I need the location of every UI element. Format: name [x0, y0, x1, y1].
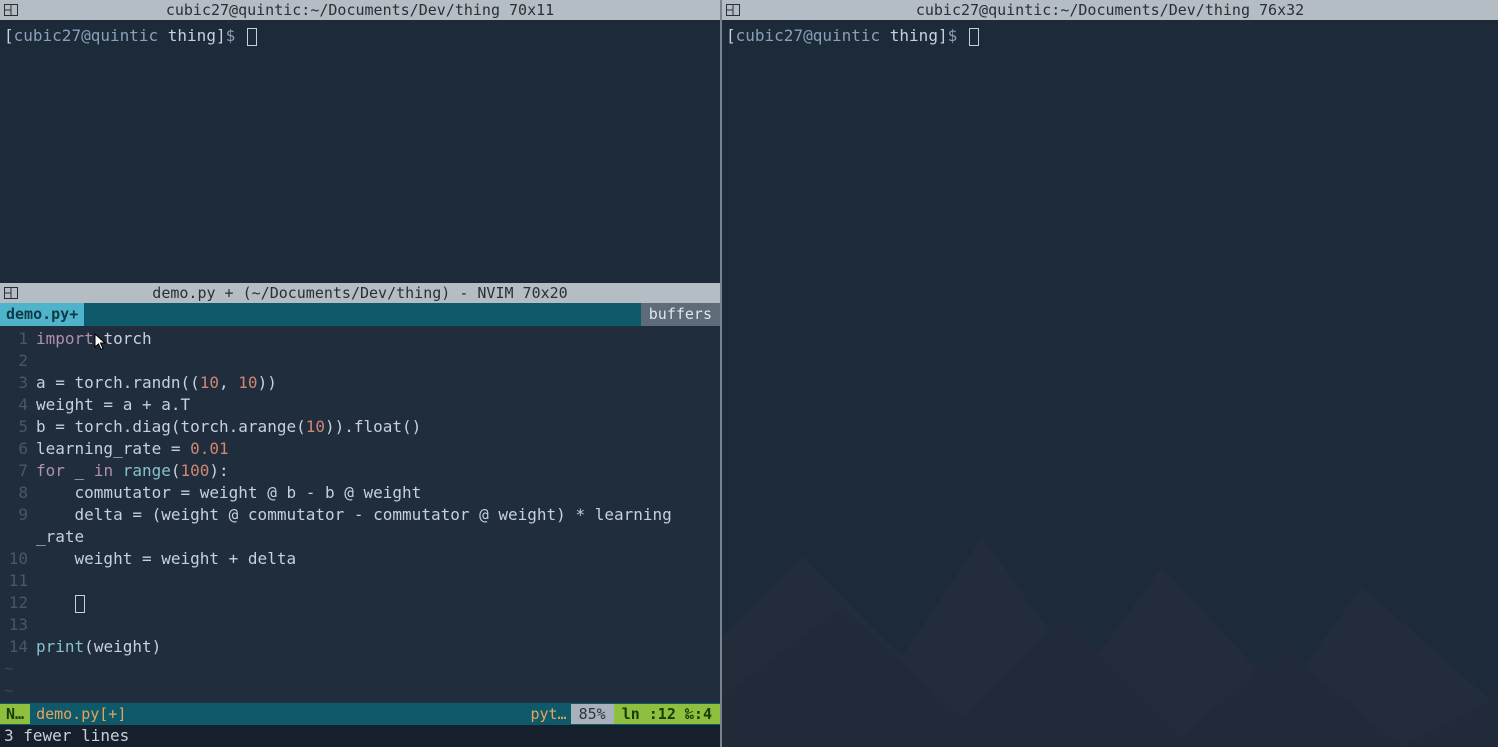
code-line: 10 weight = weight + delta [0, 548, 720, 570]
nvim-status-filetype: pyt… [526, 705, 570, 723]
code-line: 3 a = torch.randn((10, 10)) [0, 372, 720, 394]
nvim-tab-active[interactable]: demo.py+ [0, 303, 84, 326]
code-line: 11 [0, 570, 720, 592]
nvim-tab-bar: demo.py+ buffers [0, 303, 720, 326]
nvim-editor-pane[interactable]: demo.py+ buffers 1 import torch 2 3 [0, 303, 720, 747]
terminal-pane-upper-left[interactable]: [cubic27@quintic thing]$ [0, 20, 720, 283]
code-line: 6 learning_rate = 0.01 [0, 438, 720, 460]
nvim-cursor [75, 595, 85, 613]
wallpaper-mountains [722, 397, 1498, 747]
titlebar-text: demo.py + (~/Documents/Dev/thing) - NVIM… [152, 283, 567, 303]
nvim-status-position: ln :12 ‰:4 [614, 704, 720, 724]
nvim-status-percent: 85% [571, 704, 614, 724]
code-line: 8 commutator = weight @ b - b @ weight [0, 482, 720, 504]
code-line: 7 for _ in range(100): [0, 460, 720, 482]
titlebar-text: cubic27@quintic:~/Documents/Dev/thing 76… [916, 0, 1304, 20]
titlebar-upper-left[interactable]: cubic27@quintic:~/Documents/Dev/thing 70… [0, 0, 720, 20]
code-line: 9 delta = (weight @ commutator - commuta… [0, 504, 720, 526]
nvim-status-file: demo.py[+] [30, 705, 132, 723]
code-line: 4 weight = a + a.T [0, 394, 720, 416]
terminal-cursor [247, 28, 257, 46]
nvim-code-area[interactable]: 1 import torch 2 3 a = torch.randn((10, … [0, 326, 720, 703]
code-line: 13 [0, 614, 720, 636]
code-line: _rate [0, 526, 720, 548]
code-line: 2 [0, 350, 720, 372]
code-line: 14 print(weight) [0, 636, 720, 658]
code-line: 1 import torch [0, 328, 720, 350]
nvim-empty-tilde: ~ [0, 658, 720, 680]
nvim-mode-indicator: N… [0, 704, 30, 724]
titlebar-right[interactable]: cubic27@quintic:~/Documents/Dev/thing 76… [722, 0, 1498, 20]
terminal-cursor [969, 28, 979, 46]
terminal-pane-right[interactable]: [cubic27@quintic thing]$ [722, 20, 1498, 747]
shell-prompt: [cubic27@quintic thing]$ [726, 26, 1494, 46]
nvim-tab-buffers[interactable]: buffers [641, 303, 720, 326]
code-line: 12 [0, 592, 720, 614]
titlebar-text: cubic27@quintic:~/Documents/Dev/thing 70… [166, 0, 554, 20]
pane-layout-icon [2, 1, 20, 19]
titlebar-nvim[interactable]: demo.py + (~/Documents/Dev/thing) - NVIM… [0, 283, 720, 303]
code-line: 5 b = torch.diag(torch.arange(10)).float… [0, 416, 720, 438]
nvim-message-line: 3 fewer lines [0, 725, 720, 747]
nvim-empty-tilde: ~ [0, 680, 720, 702]
nvim-status-line: N… demo.py[+] pyt… 85% ln :12 ‰:4 [0, 703, 720, 725]
pane-layout-icon [724, 1, 742, 19]
shell-prompt: [cubic27@quintic thing]$ [4, 26, 716, 46]
pane-layout-icon [2, 284, 20, 302]
